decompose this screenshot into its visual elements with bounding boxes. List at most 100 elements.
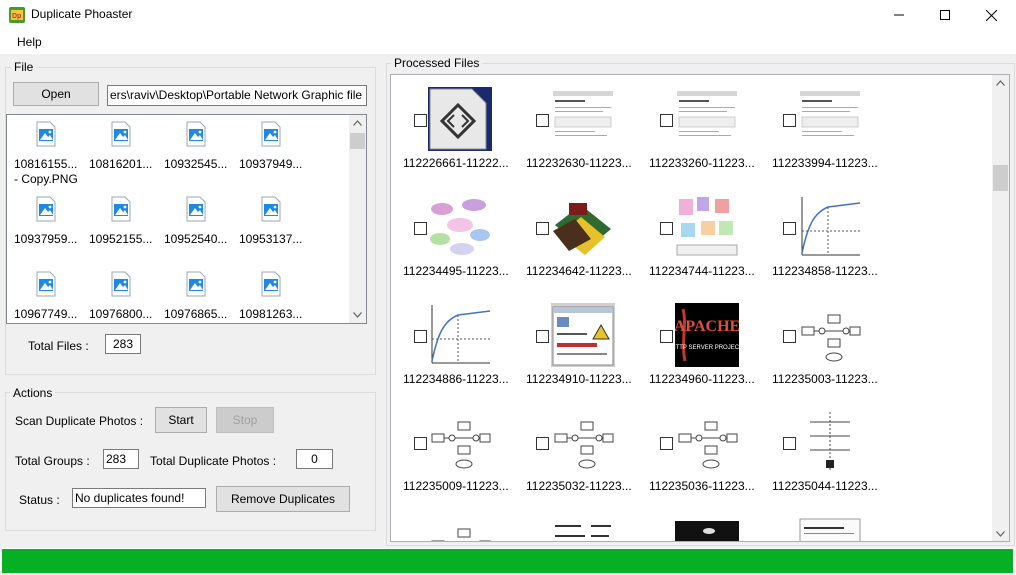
file-list-scrollbar[interactable] <box>349 115 366 323</box>
thumbnail-image[interactable] <box>798 303 862 367</box>
total-duplicates-label: Total Duplicate Photos : <box>150 454 277 468</box>
select-checkbox[interactable] <box>536 330 549 343</box>
file-list-item[interactable]: 10976865... <box>164 269 239 323</box>
processed-file-name: 112235032-11223... <box>526 479 632 493</box>
processed-file-name: 112235009-11223... <box>403 479 509 493</box>
image-file-icon <box>186 121 206 147</box>
select-checkbox[interactable] <box>414 114 427 127</box>
file-name: 10976865... <box>164 307 228 321</box>
thumbnail-image[interactable] <box>798 410 862 474</box>
select-checkbox[interactable] <box>660 330 673 343</box>
open-button[interactable]: Open <box>13 82 99 106</box>
menu-bar <box>0 30 1016 54</box>
select-checkbox[interactable] <box>414 437 427 450</box>
thumbnail-image[interactable] <box>551 517 615 541</box>
file-name: 10816155... <box>14 157 78 171</box>
scroll-up-icon[interactable] <box>996 80 1005 86</box>
file-name: 10981263... <box>239 307 303 321</box>
select-checkbox[interactable] <box>414 222 427 235</box>
file-name-line2: - Copy.PNG <box>14 172 78 186</box>
thumbnail-image[interactable] <box>675 410 739 474</box>
select-checkbox[interactable] <box>536 437 549 450</box>
image-file-icon <box>111 121 131 147</box>
thumbnail-image[interactable] <box>551 195 615 259</box>
select-checkbox[interactable] <box>783 222 796 235</box>
image-file-icon <box>186 196 206 222</box>
title-bar <box>0 0 1016 30</box>
remove-duplicates-button[interactable]: Remove Duplicates <box>216 486 350 512</box>
file-list-item[interactable]: 10816201... <box>89 119 164 189</box>
thumbnail-image[interactable]: APACHE HTTP SERVER PROJECT <box>675 303 739 367</box>
file-list-item[interactable]: 10967749... <box>14 269 89 323</box>
thumbnail-image[interactable] <box>428 195 492 259</box>
file-list-item[interactable]: 10932545... <box>164 119 239 189</box>
file-name: 10816201... <box>89 157 153 171</box>
select-checkbox[interactable] <box>783 330 796 343</box>
app-icon: Dp <box>9 7 25 23</box>
select-checkbox[interactable] <box>536 114 549 127</box>
processed-files-scrollbar[interactable] <box>992 75 1009 541</box>
svg-text:Dp: Dp <box>12 13 21 20</box>
actions-group-title: Actions <box>10 386 56 400</box>
maximize-icon <box>940 10 950 20</box>
select-checkbox[interactable] <box>660 114 673 127</box>
file-list-item[interactable]: 10981263... <box>239 269 314 323</box>
thumbnail-image[interactable] <box>675 87 739 151</box>
scroll-up-icon[interactable] <box>353 120 362 126</box>
thumbnail-image[interactable] <box>428 87 492 151</box>
file-list-scroll-thumb[interactable] <box>350 133 365 149</box>
thumbnail-image[interactable] <box>428 517 492 541</box>
processed-files-scroll-thumb[interactable] <box>993 165 1008 191</box>
thumbnail-image[interactable] <box>428 410 492 474</box>
thumbnail-image[interactable] <box>798 87 862 151</box>
file-list-item[interactable]: 10976800... <box>89 269 164 323</box>
close-icon <box>985 9 997 21</box>
select-checkbox[interactable] <box>536 222 549 235</box>
progress-bar <box>2 549 1013 573</box>
processed-file-name: 112235036-11223... <box>649 479 755 493</box>
stop-button[interactable]: Stop <box>216 407 274 433</box>
thumbnail-image[interactable] <box>428 303 492 367</box>
processed-file-name: 112235044-11223... <box>772 479 878 493</box>
window-title: Duplicate Phoaster <box>31 7 133 21</box>
total-groups-label: Total Groups : <box>15 454 90 468</box>
file-list-item[interactable]: 10937959... <box>14 194 89 264</box>
processed-files-list[interactable]: 112226661-11222... 112232630-11223... 1122… <box>390 74 1010 542</box>
path-input[interactable]: ers\raviv\Desktop\Portable Network Graph… <box>107 85 367 106</box>
file-name: 10952155... <box>89 232 153 246</box>
scan-label: Scan Duplicate Photos : <box>15 414 144 428</box>
image-file-icon <box>261 271 281 297</box>
thumbnail-image[interactable] <box>798 195 862 259</box>
thumbnail-image[interactable] <box>551 410 615 474</box>
select-checkbox[interactable] <box>783 437 796 450</box>
thumbnail-image[interactable] <box>675 195 739 259</box>
scroll-down-icon[interactable] <box>353 312 362 318</box>
file-list-item[interactable]: 10816155... - Copy.PNG <box>14 119 89 189</box>
file-list-item[interactable]: 10952155... <box>89 194 164 264</box>
select-checkbox[interactable] <box>660 222 673 235</box>
file-list-item[interactable]: 10953137... <box>239 194 314 264</box>
thumbnail-image[interactable] <box>675 517 739 541</box>
status-value: No duplicates found! <box>72 488 206 508</box>
file-list-item[interactable]: 10937949... <box>239 119 314 189</box>
file-list[interactable]: 10816155... - Copy.PNG 10816201... 10932545… <box>6 114 367 324</box>
close-button[interactable] <box>968 0 1014 30</box>
select-checkbox[interactable] <box>414 330 427 343</box>
processed-file-name: 112233260-11223... <box>649 156 755 170</box>
apache-text: APACHE <box>675 318 739 335</box>
file-list-item[interactable]: 10952540... <box>164 194 239 264</box>
menu-help[interactable]: Help <box>17 35 42 49</box>
select-checkbox[interactable] <box>783 114 796 127</box>
thumbnail-image[interactable] <box>551 303 615 367</box>
maximize-button[interactable] <box>922 0 968 30</box>
total-duplicates-value: 0 <box>296 449 333 469</box>
select-checkbox[interactable] <box>660 437 673 450</box>
processed-file-name: 112234960-11223... <box>649 372 755 386</box>
scroll-down-icon[interactable] <box>996 531 1005 537</box>
start-button[interactable]: Start <box>155 407 207 433</box>
image-file-icon <box>36 121 56 147</box>
thumbnail-image[interactable] <box>551 87 615 151</box>
image-file-icon <box>261 196 281 222</box>
thumbnail-image[interactable] <box>798 517 862 541</box>
minimize-button[interactable] <box>876 0 922 30</box>
